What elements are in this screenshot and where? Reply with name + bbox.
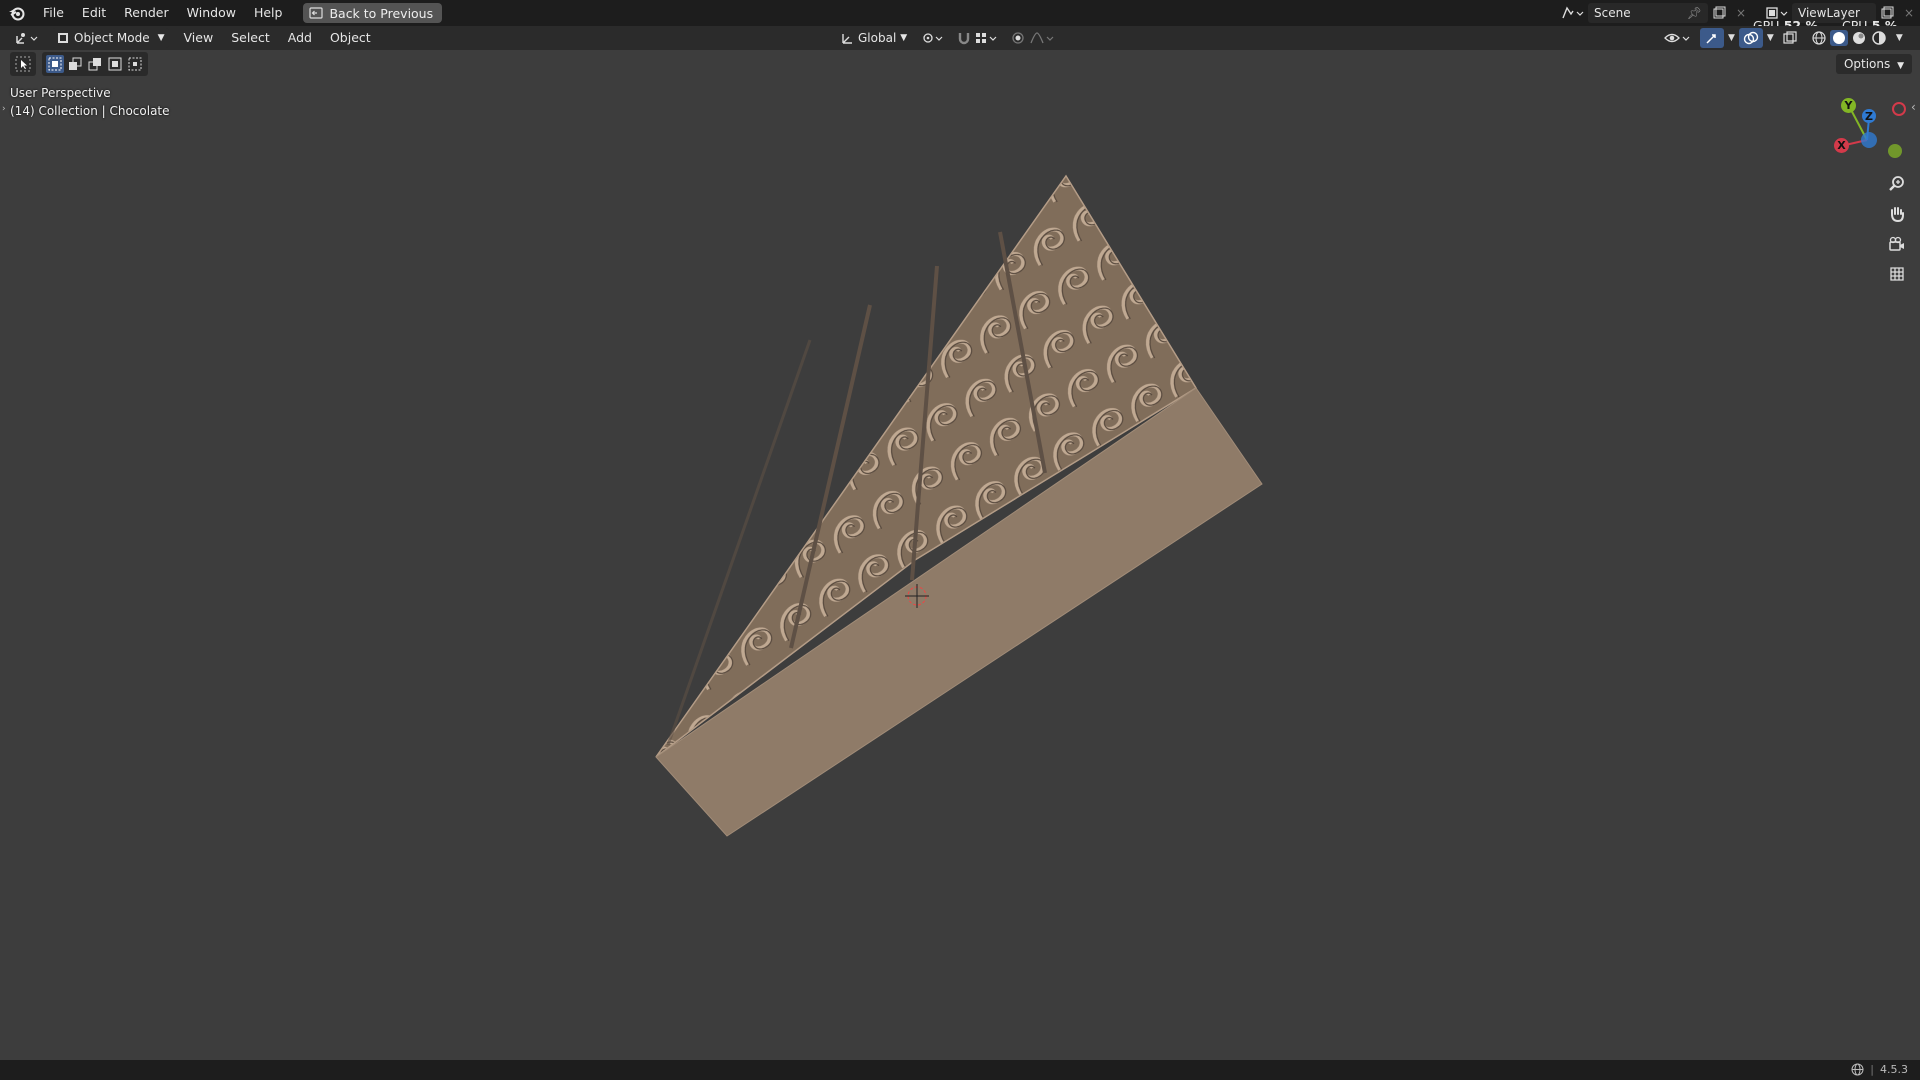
network-globe-icon[interactable] <box>1851 1063 1864 1076</box>
zoom-icon[interactable] <box>1883 170 1911 198</box>
sidebar-toggle-icon[interactable]: ‹ <box>1911 100 1916 114</box>
chevron-down-icon[interactable]: ▼ <box>1896 33 1903 43</box>
magnet-icon <box>959 33 970 45</box>
scene-name: Scene <box>1594 6 1631 20</box>
viewport-header: Object Mode ▼ View Select Add Object Glo… <box>0 26 1920 50</box>
gizmo-icon <box>1706 34 1716 44</box>
orientation-icon <box>842 34 852 44</box>
header-menu-select[interactable]: Select <box>222 26 279 50</box>
pin-icon[interactable]: 📌︎ <box>1687 6 1702 20</box>
gizmo-toggle[interactable] <box>1700 28 1724 48</box>
chevron-down-icon[interactable]: ▼ <box>1767 33 1774 43</box>
scene-selector-icon[interactable] <box>1558 3 1588 23</box>
top-menu-bar: File Edit Render Window Help Back to Pre… <box>0 0 1920 26</box>
gizmo-neg-y-axis[interactable] <box>1888 144 1902 158</box>
falloff-curve-icon[interactable] <box>1029 31 1055 45</box>
pivot-icon <box>923 33 943 43</box>
overlays-icon <box>1743 31 1759 45</box>
visibility-dropdown[interactable] <box>1660 28 1696 48</box>
xray-toggle[interactable] <box>1778 28 1802 48</box>
material-shading-icon[interactable] <box>1850 30 1868 46</box>
orientation-label: Global <box>858 31 897 45</box>
back-screen-icon <box>309 7 324 19</box>
overlays-toggle[interactable] <box>1738 28 1763 48</box>
eye-icon <box>1664 33 1690 43</box>
snap-grid-icon[interactable] <box>975 31 997 45</box>
back-to-previous-button[interactable]: Back to Previous <box>303 3 443 23</box>
scene-name-field[interactable]: Scene 📌︎ <box>1588 3 1708 23</box>
pan-hand-icon[interactable] <box>1883 200 1911 228</box>
delete-scene-icon[interactable]: × <box>1730 3 1752 23</box>
proportional-edit-toggle[interactable] <box>1007 28 1059 48</box>
header-menu-object[interactable]: Object <box>321 26 380 50</box>
chocolate-bar-model[interactable] <box>655 174 1263 837</box>
version-info: | 4.5.3 <box>1851 1063 1908 1076</box>
pivot-dropdown[interactable] <box>917 28 947 48</box>
mode-dropdown[interactable]: Object Mode ▼ <box>52 28 169 48</box>
rendered-shading-icon[interactable] <box>1870 30 1888 46</box>
menu-file[interactable]: File <box>34 0 73 26</box>
xray-icon <box>1783 31 1797 44</box>
chevron-down-icon: ▼ <box>157 33 165 43</box>
menu-edit[interactable]: Edit <box>73 0 115 26</box>
viewport-canvas[interactable] <box>0 50 1920 1060</box>
chevron-down-icon: ▼ <box>900 33 908 43</box>
menu-help[interactable]: Help <box>245 0 292 26</box>
status-bar: | 4.5.3 <box>0 1060 1920 1080</box>
solid-shading-icon[interactable] <box>1829 30 1848 46</box>
viewport-display-controls: ▼ ▼ ▼ <box>1660 28 1903 48</box>
gizmo-neg-x-axis[interactable] <box>1892 102 1906 116</box>
snap-toggle[interactable] <box>953 28 1001 48</box>
proportional-edit-icon <box>1012 32 1024 44</box>
mode-label: Object Mode <box>74 31 150 45</box>
chevron-down-icon[interactable]: ▼ <box>1728 33 1735 43</box>
gizmo-x-axis[interactable]: X <box>1834 138 1849 153</box>
menu-render[interactable]: Render <box>115 0 178 26</box>
new-scene-icon[interactable] <box>1708 3 1730 23</box>
shading-modes[interactable] <box>1806 28 1892 48</box>
wireframe-shading-icon[interactable] <box>1810 30 1828 46</box>
editor-type-dropdown[interactable] <box>10 28 44 48</box>
blender-version: 4.5.3 <box>1880 1063 1908 1076</box>
3d-viewport-icon <box>16 33 38 44</box>
gizmo-y-axis[interactable]: Y <box>1841 98 1856 113</box>
separator: | <box>1870 1063 1874 1076</box>
transform-controls: Global ▼ <box>836 28 1059 48</box>
orthographic-grid-icon[interactable] <box>1883 260 1911 288</box>
menu-window[interactable]: Window <box>178 0 245 26</box>
camera-view-icon[interactable] <box>1883 230 1911 258</box>
navigation-gizmo[interactable]: Y Z X <box>1830 92 1910 164</box>
delete-view-layer-icon[interactable]: × <box>1898 3 1920 23</box>
gizmo-neg-z-axis[interactable] <box>1861 132 1877 148</box>
header-menu-view[interactable]: View <box>175 26 223 50</box>
back-button-label: Back to Previous <box>329 5 434 21</box>
orientation-dropdown[interactable]: Global ▼ <box>836 28 911 48</box>
object-mode-icon <box>58 33 68 43</box>
header-menu-add[interactable]: Add <box>279 26 321 50</box>
gizmo-z-axis[interactable]: Z <box>1862 109 1876 123</box>
blender-logo-icon[interactable] <box>0 0 34 26</box>
